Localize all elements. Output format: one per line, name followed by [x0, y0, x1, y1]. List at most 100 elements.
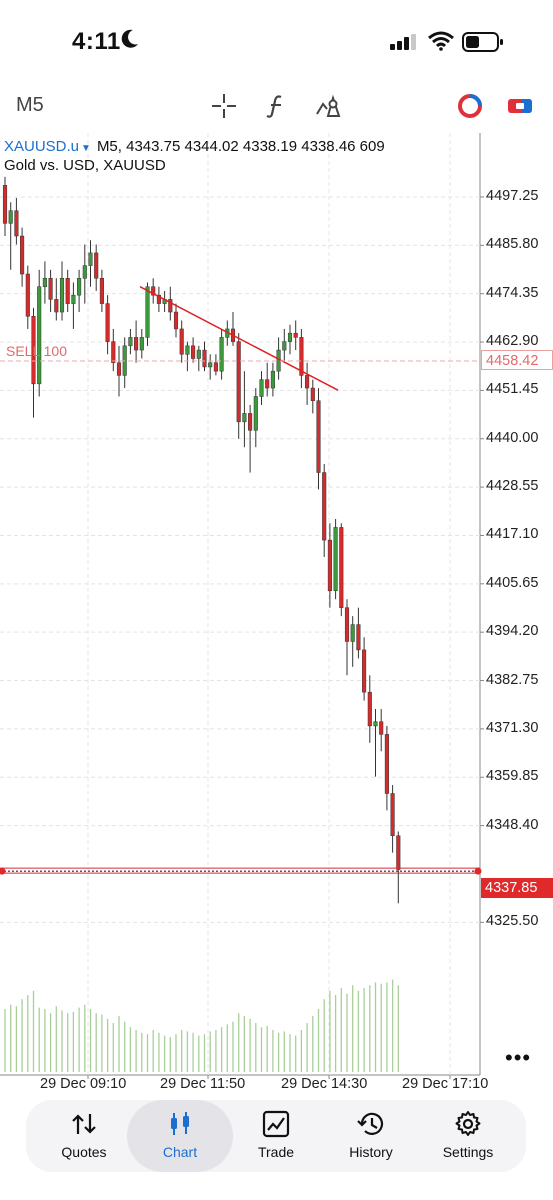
candle: [265, 379, 270, 389]
price-chart[interactable]: [0, 133, 553, 1095]
x-tick-label: 29 Dec 17:10: [402, 1076, 489, 1092]
one-click-trading-icon[interactable]: [506, 92, 534, 120]
candle: [316, 400, 321, 473]
battery-icon: [462, 32, 503, 52]
candle: [322, 472, 327, 541]
status-bar: 4:11: [0, 0, 553, 80]
candle: [310, 387, 315, 401]
status-time: 4:11: [72, 28, 121, 55]
candle: [350, 624, 355, 642]
y-tick-label: 4451.45: [486, 381, 539, 398]
y-tick-label: 4371.30: [486, 719, 539, 736]
tab-trade[interactable]: Trade: [228, 1100, 324, 1172]
chart-icon: [171, 1112, 189, 1135]
candle: [179, 328, 184, 355]
candle: [208, 362, 213, 368]
chart-type-icon[interactable]: [456, 92, 484, 120]
y-tick-label: 4325.50: [486, 913, 539, 930]
objects-icon[interactable]: [314, 92, 342, 120]
tab-label: Trade: [257, 1144, 295, 1160]
y-tick-label: 4382.75: [486, 671, 539, 688]
sell-price-tag: 4458.42: [481, 350, 553, 370]
bottom-tab-bar: Quotes Chart Trade History Settings: [26, 1100, 526, 1172]
candle: [88, 252, 93, 266]
candle: [259, 379, 264, 397]
x-tick-label: 29 Dec 14:30: [281, 1076, 368, 1092]
candle: [2, 185, 8, 224]
candle: [14, 210, 19, 237]
candle: [344, 607, 350, 642]
candle: [270, 370, 275, 389]
candle: [173, 311, 179, 330]
wifi-icon: [428, 31, 454, 51]
candle: [384, 734, 389, 794]
timeframe-button[interactable]: M5: [16, 94, 44, 117]
current-price-tag: 4337.85: [481, 878, 553, 898]
candle: [42, 278, 47, 287]
signal-icon: [390, 34, 416, 50]
candle: [111, 341, 116, 363]
candle: [48, 278, 53, 300]
tab-label: Quotes: [61, 1144, 107, 1160]
candle: [248, 413, 253, 431]
more-options-icon[interactable]: •••: [505, 1045, 531, 1071]
x-tick-label: 29 Dec 11:50: [160, 1076, 246, 1092]
candle: [82, 265, 87, 279]
tab-chart[interactable]: Chart: [127, 1100, 233, 1172]
candle: [367, 691, 372, 727]
history-icon: [357, 1112, 384, 1135]
candle: [37, 286, 42, 385]
y-tick-label: 4497.25: [486, 187, 539, 204]
candle: [77, 278, 82, 296]
candle: [94, 252, 99, 279]
candle: [242, 413, 247, 423]
tab-settings[interactable]: Settings: [420, 1100, 516, 1172]
candle: [99, 278, 104, 304]
candle: [253, 396, 258, 431]
candle: [59, 278, 65, 313]
candle: [128, 337, 133, 347]
candle: [390, 793, 395, 836]
candle: [236, 341, 241, 423]
candle: [356, 624, 361, 651]
candle: [71, 294, 76, 304]
candle: [191, 345, 196, 359]
chart-toolbar: M5: [0, 84, 553, 128]
y-tick-label: 4474.35: [486, 284, 539, 301]
symbol-header[interactable]: XAUUSD.u ▼ M5, 4343.75 4344.02 4338.19 433…: [4, 138, 385, 155]
crosshair-icon[interactable]: [210, 92, 238, 120]
candle: [202, 349, 207, 368]
tab-quotes[interactable]: Quotes: [36, 1100, 132, 1172]
y-tick-label: 4405.65: [486, 574, 539, 591]
candle: [379, 721, 384, 735]
sell-order-label[interactable]: SELL 100: [6, 343, 67, 359]
candle: [213, 362, 218, 372]
candle: [25, 273, 30, 317]
tab-label: Settings: [442, 1144, 494, 1160]
quotes-icon: [72, 1114, 96, 1134]
y-tick-label: 4348.40: [486, 816, 539, 833]
candle: [20, 235, 25, 275]
y-tick-label: 4394.20: [486, 623, 539, 640]
symbol-description: Gold vs. USD, XAUUSD: [4, 157, 166, 174]
candle: [287, 332, 293, 342]
candle: [134, 337, 139, 351]
y-tick-label: 4428.55: [486, 478, 539, 495]
y-tick-label: 4485.80: [486, 236, 539, 253]
candle: [139, 337, 144, 351]
candle: [65, 278, 70, 304]
trade-icon: [262, 1110, 290, 1138]
candle: [105, 303, 110, 342]
candle: [8, 210, 13, 224]
tab-history[interactable]: History: [323, 1100, 419, 1172]
ohlc-readout: M5, 4343.75 4344.02 4338.19 4338.46 609: [96, 138, 385, 155]
candle: [185, 345, 190, 355]
candle: [339, 527, 344, 608]
y-tick-label: 4462.90: [486, 333, 539, 350]
symbol-name[interactable]: XAUUSD.u: [4, 138, 79, 155]
candle: [396, 835, 401, 870]
indicators-icon[interactable]: [262, 92, 290, 120]
symbol-dropdown-icon[interactable]: ▼: [81, 143, 91, 154]
settings-icon: [455, 1111, 481, 1136]
tab-label: Chart: [162, 1144, 198, 1160]
